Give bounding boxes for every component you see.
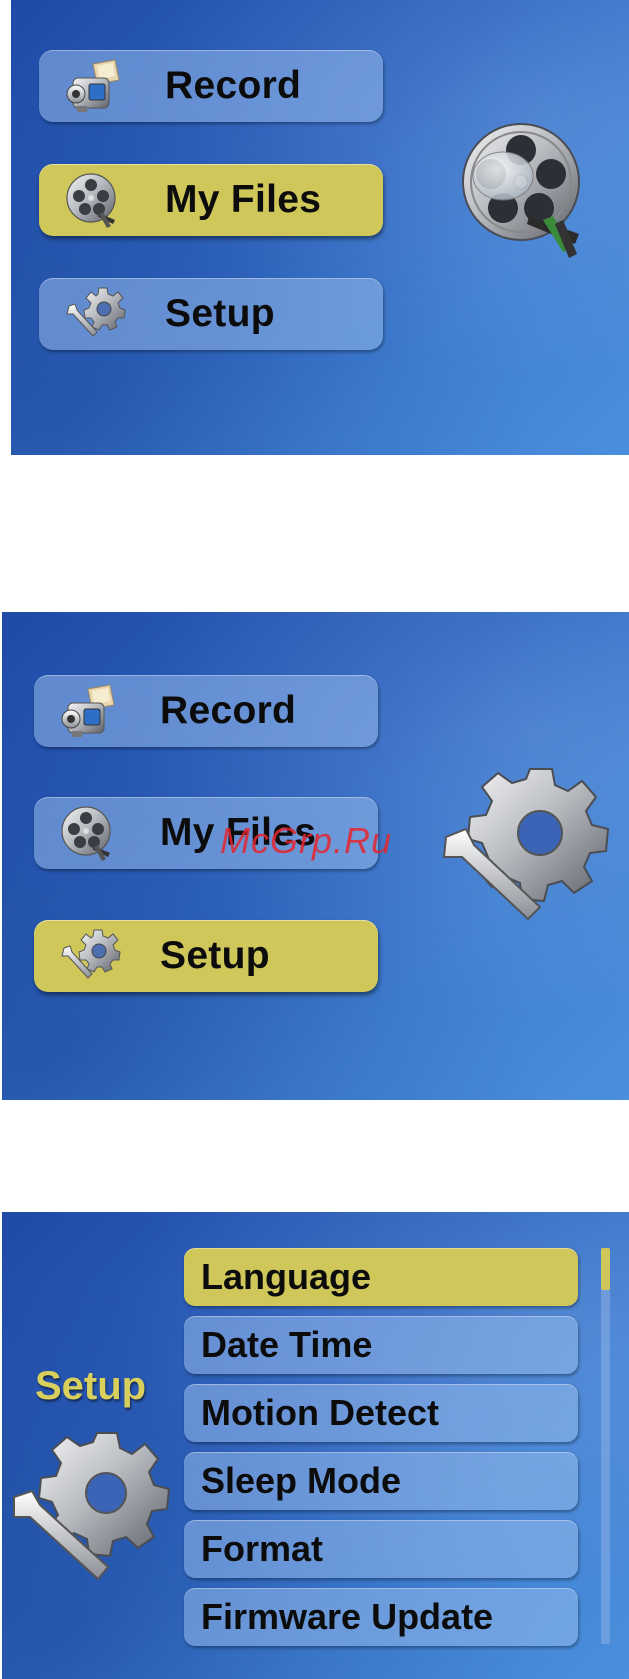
watermark-text: McGrp.Ru <box>220 820 393 861</box>
menu-item-sleep-mode[interactable]: Sleep Mode <box>184 1452 578 1510</box>
gear-wrench-icon <box>63 284 127 344</box>
record-label: Record <box>160 689 297 732</box>
menu-item-date-time[interactable]: Date Time <box>184 1316 578 1374</box>
camcorder-icon <box>63 56 127 116</box>
menu-item-language[interactable]: Language <box>184 1248 578 1306</box>
preview-film-reel-icon <box>459 112 599 262</box>
menu-item-label: Firmware Update <box>201 1596 494 1637</box>
menu-item-label: Sleep Mode <box>201 1460 402 1501</box>
menu-item-label: Motion Detect <box>201 1392 439 1433</box>
preview-gear-wrench-icon <box>440 757 610 927</box>
record-button[interactable]: Record <box>39 50 383 122</box>
record-button[interactable]: Record <box>34 675 378 747</box>
film-reel-icon <box>63 170 127 230</box>
scrollbar[interactable] <box>601 1248 610 1644</box>
page-title: Setup <box>35 1364 147 1408</box>
scrollbar-thumb[interactable] <box>601 1248 610 1290</box>
menu-item-motion-detect[interactable]: Motion Detect <box>184 1384 578 1442</box>
gear-wrench-icon <box>58 926 122 986</box>
menu-item-label: Language <box>201 1256 372 1297</box>
my-files-button[interactable]: My Files <box>39 164 383 236</box>
menu-item-firmware-update[interactable]: Firmware Update <box>184 1588 578 1646</box>
menu-item-label: Date Time <box>201 1324 373 1365</box>
setup-label: Setup <box>165 292 275 335</box>
setup-menu-screen: Setup Language Date Time Motion Detect S… <box>2 1212 629 1679</box>
camcorder-icon <box>58 681 122 741</box>
record-label: Record <box>165 64 302 107</box>
setup-button[interactable]: Setup <box>34 920 378 992</box>
setup-label: Setup <box>160 934 270 977</box>
menu-item-label: Format <box>201 1528 324 1569</box>
my-files-label: My Files <box>165 178 322 221</box>
menu-item-format[interactable]: Format <box>184 1520 578 1578</box>
film-reel-icon <box>58 803 122 863</box>
main-menu-screen-my-files: Record My Files Setup <box>11 0 629 455</box>
setup-button[interactable]: Setup <box>39 278 383 350</box>
setup-gear-wrench-icon <box>12 1417 172 1592</box>
